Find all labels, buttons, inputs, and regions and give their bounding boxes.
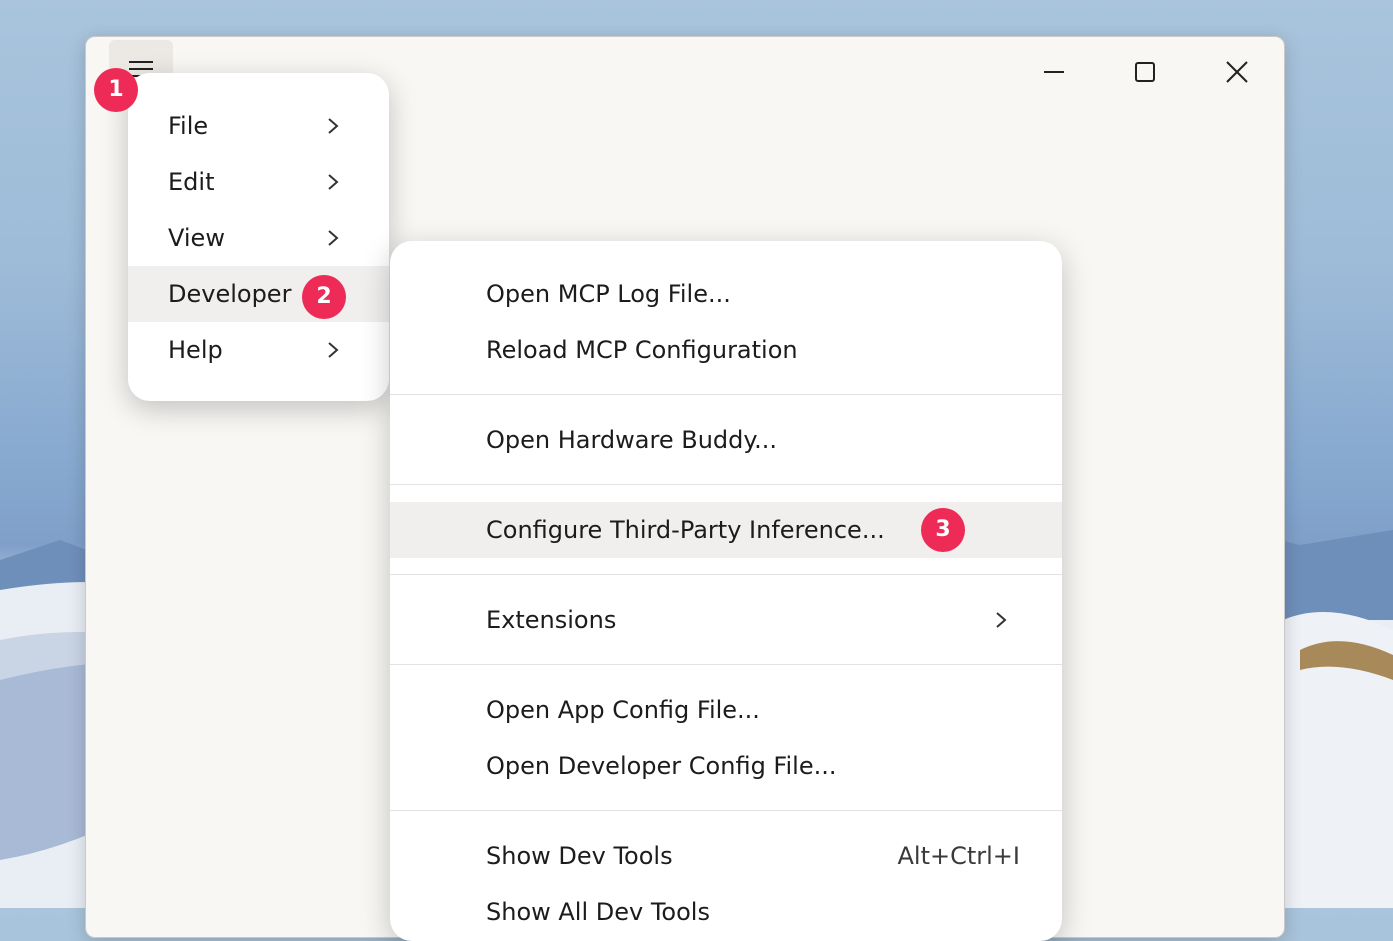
menu-item-file[interactable]: File bbox=[128, 98, 389, 154]
menu-item-label: Extensions bbox=[486, 606, 617, 634]
maximize-icon bbox=[1135, 62, 1155, 82]
menu-item-label: Reload MCP Configuration bbox=[486, 336, 798, 364]
extensions-item[interactable]: Extensions bbox=[390, 592, 1062, 648]
menu-item-label: Open Hardware Buddy... bbox=[486, 426, 778, 454]
menu-item-edit[interactable]: Edit bbox=[128, 154, 389, 210]
menu-item-label: Help bbox=[168, 336, 223, 364]
menu-item-view[interactable]: View bbox=[128, 210, 389, 266]
developer-submenu: Open MCP Log File... Reload MCP Configur… bbox=[390, 241, 1062, 941]
chevron-right-icon bbox=[328, 342, 339, 358]
reload-mcp-item[interactable]: Reload MCP Configuration bbox=[390, 322, 1062, 378]
chevron-right-icon bbox=[328, 174, 339, 190]
close-icon bbox=[1226, 61, 1248, 83]
menu-item-label: File bbox=[168, 112, 209, 140]
menu-item-label: Configure Third-Party Inference... bbox=[486, 516, 885, 544]
chevron-right-icon bbox=[996, 612, 1007, 628]
open-app-config-item[interactable]: Open App Config File... bbox=[390, 682, 1062, 738]
main-menu: File Edit View Developer Help bbox=[128, 73, 389, 401]
menu-item-label: View bbox=[168, 224, 225, 252]
show-dev-tools-item[interactable]: Show Dev Tools Alt+Ctrl+I bbox=[390, 828, 1062, 884]
menu-separator bbox=[390, 394, 1062, 395]
menu-item-label: Show All Dev Tools bbox=[486, 898, 710, 926]
minimize-icon bbox=[1044, 71, 1064, 73]
step-badge-3: 3 bbox=[921, 508, 965, 552]
menu-item-label: Open Developer Config File... bbox=[486, 752, 837, 780]
menu-separator bbox=[390, 484, 1062, 485]
maximize-button[interactable] bbox=[1128, 56, 1162, 90]
menu-item-label: Show Dev Tools bbox=[486, 842, 673, 870]
step-badge-2: 2 bbox=[302, 275, 346, 319]
open-developer-config-item[interactable]: Open Developer Config File... bbox=[390, 738, 1062, 794]
menu-item-label: Open App Config File... bbox=[486, 696, 760, 724]
show-all-dev-tools-item[interactable]: Show All Dev Tools bbox=[390, 884, 1062, 940]
menu-separator bbox=[390, 810, 1062, 811]
menu-item-label: Open MCP Log File... bbox=[486, 280, 731, 308]
keyboard-shortcut: Alt+Ctrl+I bbox=[897, 842, 1021, 870]
menu-separator bbox=[390, 664, 1062, 665]
open-hardware-buddy-item[interactable]: Open Hardware Buddy... bbox=[390, 412, 1062, 468]
menu-item-help[interactable]: Help bbox=[128, 322, 389, 378]
open-mcp-log-item[interactable]: Open MCP Log File... bbox=[390, 266, 1062, 322]
menu-item-developer[interactable]: Developer bbox=[128, 266, 389, 322]
menu-separator bbox=[390, 574, 1062, 575]
chevron-right-icon bbox=[328, 118, 339, 134]
minimize-button[interactable] bbox=[1037, 56, 1071, 90]
menu-item-label: Developer bbox=[168, 280, 292, 308]
chevron-right-icon bbox=[328, 230, 339, 246]
menu-item-label: Edit bbox=[168, 168, 215, 196]
close-button[interactable] bbox=[1220, 56, 1254, 90]
step-badge-1: 1 bbox=[94, 68, 138, 112]
